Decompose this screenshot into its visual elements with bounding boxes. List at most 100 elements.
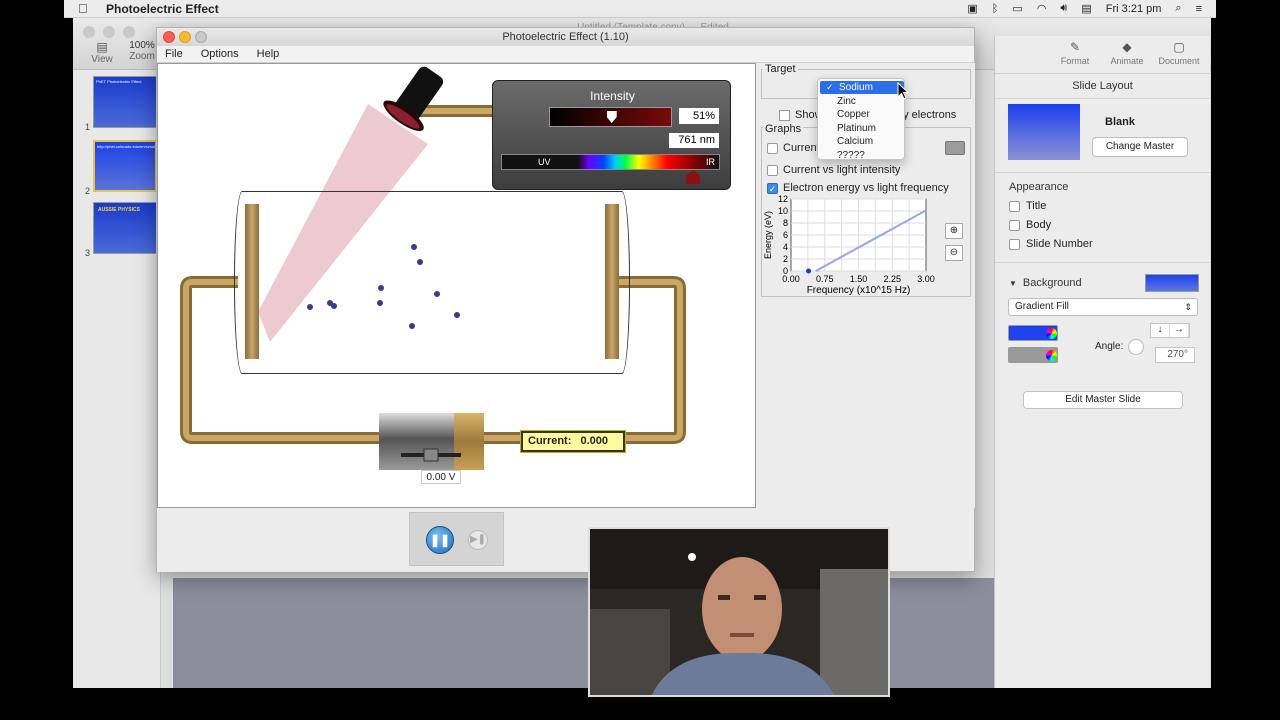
current-vs-voltage-checkbox[interactable] — [767, 142, 778, 154]
step-icon[interactable]: ▶❚ — [468, 530, 488, 550]
wavelength-spectrum-slider[interactable]: UV IR — [501, 154, 720, 170]
show-energy-checkbox-row[interactable]: Show — [779, 109, 823, 121]
slide-number-checkbox-row[interactable]: Slide Number — [1009, 238, 1093, 250]
slide-thumbnail[interactable]: AUSSIE PHYSICS — [93, 202, 157, 254]
angle-input[interactable]: 270° — [1155, 347, 1195, 363]
energy-vs-frequency-checkbox[interactable]: ✓ — [767, 182, 778, 194]
camera-icon[interactable] — [945, 141, 965, 155]
zoom-out-icon[interactable]: ⊖ — [945, 245, 963, 261]
view-button[interactable]: ▤ View — [87, 40, 117, 65]
select-arrows-icon: ⇕ — [1184, 302, 1192, 312]
zoom-window-button[interactable] — [195, 31, 207, 43]
slide-thumbnail[interactable]: PhET Photoelectric Effect — [93, 76, 157, 128]
window-title: Photoelectric Effect (1.10) — [502, 31, 629, 43]
ir-label: IR — [706, 157, 715, 167]
animate-tab[interactable]: ◆ Animate — [1104, 36, 1150, 73]
target-option[interactable]: ????? — [818, 149, 906, 162]
battery-voltage: 0.00 V — [421, 470, 461, 484]
current-vs-voltage-option[interactable]: Current — [767, 142, 820, 154]
target-option-label: Platinum — [837, 122, 876, 134]
phet-titlebar: Photoelectric Effect (1.10) — [157, 28, 974, 46]
wifi-icon[interactable]: ◠ — [1037, 2, 1047, 15]
change-master-button[interactable]: Change Master — [1092, 137, 1188, 157]
arrow-down-icon[interactable]: ↓ — [1151, 324, 1170, 337]
slide-number-checkbox-label: Slide Number — [1026, 238, 1093, 250]
light-control-panel: Intensity 51% 761 nm UV IR — [492, 80, 731, 190]
target-plate — [245, 204, 259, 359]
body-checkbox[interactable] — [1009, 219, 1020, 231]
slide-number-checkbox[interactable] — [1009, 238, 1020, 250]
zoom-button[interactable]: 100% Zoom — [127, 40, 157, 62]
pause-icon[interactable]: ❚❚ — [426, 526, 454, 554]
checkmark-icon: ✓ — [826, 82, 834, 92]
active-app-name[interactable]: Photoelectric Effect — [106, 2, 219, 16]
close-button[interactable] — [83, 26, 95, 38]
intensity-value[interactable]: 51% — [679, 108, 719, 124]
current-value: 0.000 — [580, 435, 608, 447]
zoom-window-button[interactable] — [123, 26, 135, 38]
slide-number: 2 — [85, 186, 91, 196]
show-energy-checkbox[interactable] — [779, 109, 790, 121]
sidebar-icon: ▤ — [96, 40, 108, 54]
target-option[interactable]: ✓ Sodium — [820, 81, 904, 94]
electron — [417, 259, 423, 265]
volume-icon[interactable]: 🔊︎ — [1060, 2, 1067, 15]
target-option-label: Sodium — [839, 82, 873, 93]
clock[interactable]: Fri 3:21 pm — [1106, 3, 1162, 15]
chart-x-tick-label: 0.75 — [816, 274, 834, 284]
menu-help[interactable]: Help — [257, 46, 280, 62]
zoom-value: 100% — [129, 40, 155, 51]
wavelength-slider-thumb[interactable] — [686, 170, 700, 184]
color-wheel-icon[interactable] — [1046, 328, 1057, 339]
background-swatch[interactable] — [1145, 274, 1199, 292]
title-checkbox-label: Title — [1026, 200, 1047, 212]
mouse-pointer-icon — [897, 82, 909, 100]
battery[interactable] — [379, 413, 484, 470]
intensity-title: Intensity — [590, 89, 635, 103]
search-icon[interactable]: ⌕ — [1175, 2, 1181, 15]
title-checkbox-row[interactable]: Title — [1009, 200, 1046, 212]
screen-record-icon[interactable]: ▣ — [967, 2, 977, 15]
background-label: Background — [1022, 277, 1082, 289]
document-tab[interactable]: ▢ Document — [1156, 36, 1202, 73]
energy-vs-frequency-option[interactable]: ✓ Electron energy vs light frequency — [767, 182, 949, 194]
chart-y-tick-label: 8 — [783, 218, 788, 228]
close-button[interactable] — [163, 31, 175, 43]
title-checkbox[interactable] — [1009, 200, 1020, 212]
menu-options[interactable]: Options — [201, 46, 239, 62]
format-tab[interactable]: ✎ Format — [1052, 36, 1098, 73]
target-option-label: Copper — [837, 109, 870, 121]
zoom-label: Zoom — [129, 51, 155, 62]
airplay-icon[interactable]: ▭ — [1012, 2, 1022, 15]
zoom-in-icon[interactable]: ⊕ — [945, 223, 963, 239]
light-source-lamp[interactable] — [368, 64, 458, 144]
angle-knob[interactable] — [1128, 339, 1144, 355]
apple-icon[interactable]:  — [78, 1, 98, 16]
chart-x-axis-label: Frequency (x10^15 Hz) — [807, 285, 911, 295]
target-option[interactable]: Calcium — [818, 135, 906, 148]
body-checkbox-label: Body — [1026, 219, 1052, 231]
minimize-button[interactable] — [179, 31, 191, 43]
body-checkbox-row[interactable]: Body — [1009, 219, 1051, 231]
flag-icon[interactable]: ▤ — [1081, 2, 1091, 15]
fill-type-select[interactable]: Gradient Fill ⇕ — [1008, 298, 1198, 316]
target-option[interactable]: Platinum — [818, 122, 906, 135]
target-option[interactable]: Zinc — [818, 95, 906, 108]
background-heading[interactable]: ▼ Background — [1009, 277, 1082, 289]
bluetooth-icon[interactable]: ᛒ — [992, 3, 999, 15]
arrow-right-icon[interactable]: → — [1170, 324, 1189, 337]
minimize-button[interactable] — [103, 26, 115, 38]
diamond-icon: ◆ — [1122, 40, 1132, 54]
mac-menubar:  Photoelectric Effect ▣ ᛒ ▭ ◠ 🔊︎ ▤ Fri … — [64, 0, 1216, 18]
current-vs-intensity-option[interactable]: Current vs light intensity — [767, 164, 900, 176]
edit-master-slide-button[interactable]: Edit Master Slide — [1023, 391, 1183, 409]
chart-x-tick-label: 0.00 — [782, 274, 800, 284]
target-option[interactable]: Copper — [818, 108, 906, 121]
menu-file[interactable]: File — [165, 46, 183, 62]
slide-thumbnail-selected[interactable]: http://phet.colorado.edu/en/simulation/l… — [93, 140, 157, 192]
electron — [411, 244, 417, 250]
wavelength-value[interactable]: 761 nm — [669, 133, 719, 148]
color-wheel-icon[interactable] — [1046, 350, 1057, 361]
current-vs-intensity-checkbox[interactable] — [767, 164, 778, 176]
list-icon[interactable]: ≡ — [1196, 3, 1202, 15]
